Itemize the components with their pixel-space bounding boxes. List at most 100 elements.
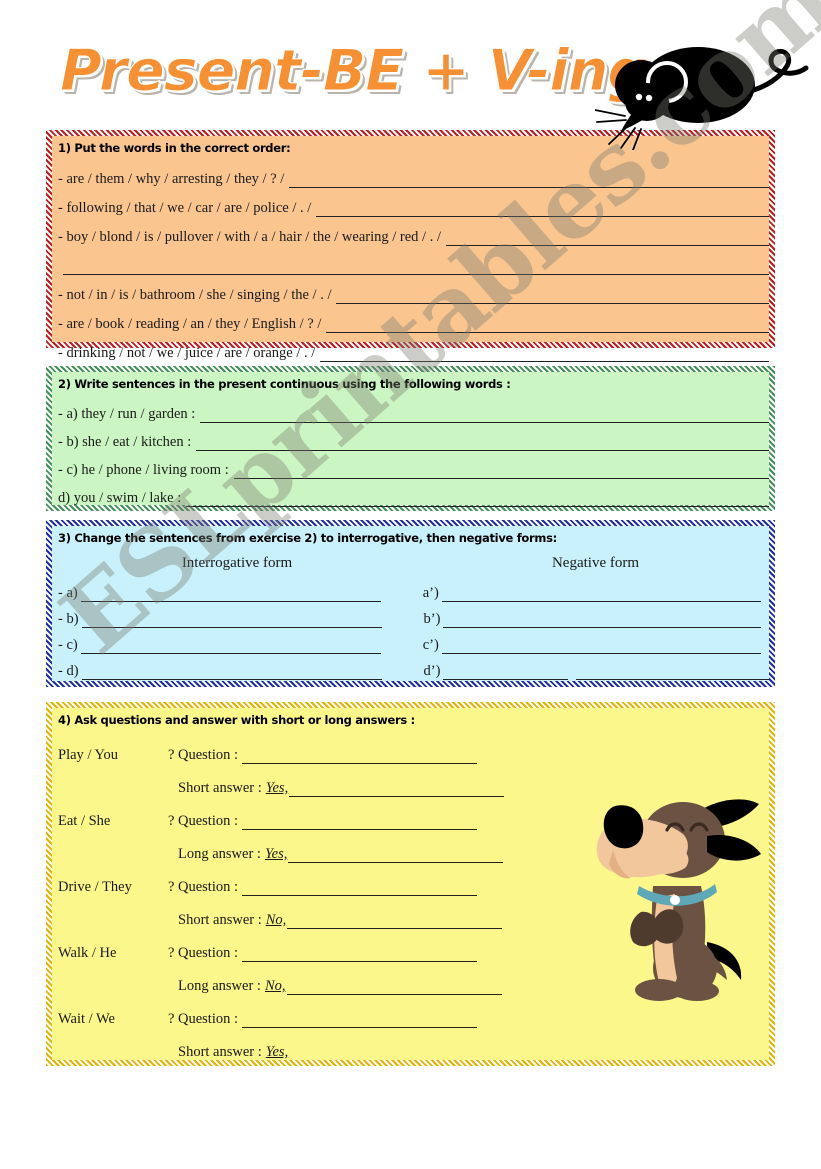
answer-line[interactable] [63, 258, 769, 275]
answer-line-negative[interactable] [441, 586, 761, 602]
question-label: Question : [178, 879, 239, 895]
answer-label: Short answer : [178, 780, 262, 796]
row-label-right: c’) [422, 637, 439, 653]
exercise-3-row: - d) d’) [58, 654, 769, 680]
exercise-1-item-label: - are / them / why / arresting / they / … [58, 171, 285, 187]
answer-line[interactable] [286, 979, 502, 995]
question-label: Question : [178, 945, 239, 961]
prompt-cue: Play / You [58, 747, 119, 763]
exercise-1-item-label: - following / that / we / car / are / po… [58, 200, 312, 216]
answer-line[interactable] [288, 847, 504, 863]
exercise-1-body: 1) Put the words in the correct order: -… [52, 136, 769, 362]
dog-icon [596, 799, 761, 1001]
exercise-2-item-label: - a) they / run / garden : [58, 406, 196, 422]
exercise-4-block: Play / You ? Question : Short answer : Y… [58, 731, 769, 797]
exercise-1-item-label: - not / in / is / bathroom / she / singi… [58, 287, 332, 303]
exercise-1-item: - boy / blond / is / pullover / with / a… [58, 217, 769, 246]
exercise-2-item-label: - b) she / eat / kitchen : [58, 434, 192, 450]
answer-line[interactable] [336, 287, 769, 304]
exercise-1-section: 1) Put the words in the correct order: -… [46, 130, 775, 362]
answer-line[interactable] [289, 171, 769, 188]
answer-line[interactable] [289, 781, 505, 797]
exercise-3-body: 3) Change the sentences from exercise 2)… [52, 526, 769, 681]
answer-line[interactable] [287, 913, 503, 929]
answer-prefill: Yes, [265, 780, 289, 796]
answer-line[interactable] [242, 814, 478, 830]
answer-line-negative[interactable] [443, 612, 761, 628]
answer-label: Long answer : [178, 978, 261, 994]
exercise-1-item-label: - are / book / reading / an / they / Eng… [58, 316, 322, 332]
answer-line[interactable] [316, 200, 769, 217]
exercise-2-heading: 2) Write sentences in the present contin… [58, 377, 511, 391]
answer-line[interactable] [326, 316, 769, 333]
answer-label: Long answer : [178, 846, 261, 862]
answer-line[interactable] [200, 406, 769, 423]
answer-label: Short answer : [178, 912, 262, 928]
question-mark: ? [168, 879, 175, 895]
row-label-left: - b) [58, 611, 79, 627]
answer-line-interrogative[interactable] [81, 612, 382, 628]
exercise-4-section: 4) Ask questions and answer with short o… [46, 702, 775, 1066]
prompt-cue: Eat / She [58, 813, 111, 829]
exercise-1-item-label: - drinking / not / we / juice / are / or… [58, 345, 316, 361]
exercise-4-body: 4) Ask questions and answer with short o… [52, 708, 769, 1060]
exercise-2-body: 2) Write sentences in the present contin… [52, 372, 769, 507]
answer-prefill: No, [265, 912, 287, 928]
row-label-left: - d) [58, 663, 79, 679]
row-label-right: d’) [423, 663, 441, 679]
answer-line-negative-extra[interactable] [576, 664, 769, 680]
exercise-2-item: - c) he / phone / living room : [58, 451, 769, 479]
exercise-3-heading: 3) Change the sentences from exercise 2)… [58, 531, 557, 545]
exercise-4-question-line: Play / You ? Question : [58, 731, 769, 764]
exercise-3-section: 3) Change the sentences from exercise 2)… [46, 520, 775, 687]
question-mark: ? [168, 747, 175, 763]
exercise-2-item-label: - c) he / phone / living room : [58, 462, 229, 478]
exercise-1-item-label: - boy / blond / is / pullover / with / a… [58, 229, 441, 245]
question-label: Question : [178, 747, 239, 763]
exercise-1-item: - drinking / not / we / juice / are / or… [58, 333, 769, 362]
answer-line-interrogative[interactable] [80, 586, 381, 602]
prompt-cue: Drive / They [58, 879, 132, 895]
answer-line-interrogative[interactable] [81, 664, 382, 680]
answer-line[interactable] [242, 946, 478, 962]
page-title: Present-BE + V-ing [59, 38, 648, 105]
question-label: Question : [178, 1011, 239, 1027]
answer-line-interrogative[interactable] [80, 638, 381, 654]
row-label-left: - c) [58, 637, 78, 653]
answer-line[interactable] [242, 1012, 478, 1028]
exercise-1-item-continuation [58, 246, 769, 275]
row-label-right: b’) [423, 611, 441, 627]
answer-line[interactable] [445, 229, 769, 246]
prompt-cue: Walk / He [58, 945, 117, 961]
answer-label: Short answer : [178, 1044, 262, 1060]
answer-line[interactable] [320, 345, 769, 362]
exercise-3-column-headers: Interrogative form Negative form [52, 555, 769, 572]
exercise-3-row: - c) c’) [58, 628, 769, 654]
answer-line[interactable] [289, 1045, 504, 1060]
exercise-1-item: - are / them / why / arresting / they / … [58, 159, 769, 188]
column-header-interrogative: Interrogative form [181, 555, 293, 571]
worksheet-header: Present-BE + V-ing [0, 28, 821, 150]
exercise-4-answer-line: Short answer : Yes, [58, 1028, 769, 1060]
exercise-2-section: 2) Write sentences in the present contin… [46, 366, 775, 511]
column-header-negative: Negative form [551, 555, 640, 571]
question-mark: ? [168, 813, 175, 829]
exercise-3-row: - b) b’) [58, 602, 769, 628]
answer-line[interactable] [186, 490, 769, 507]
question-mark: ? [168, 1011, 175, 1027]
question-label: Question : [178, 813, 239, 829]
answer-line-negative[interactable] [441, 638, 761, 654]
exercise-2-item-label: d) you / swim / lake : [58, 490, 182, 506]
answer-line-negative[interactable] [443, 664, 569, 680]
answer-line[interactable] [242, 880, 478, 896]
exercise-2-item: - b) she / eat / kitchen : [58, 423, 769, 451]
row-label-right: a’) [422, 585, 439, 601]
exercise-1-item: - not / in / is / bathroom / she / singi… [58, 275, 769, 304]
exercise-3-row: - a) a’) [58, 576, 769, 602]
exercise-4-heading: 4) Ask questions and answer with short o… [58, 713, 415, 727]
exercise-2-item: d) you / swim / lake : [58, 479, 769, 507]
answer-line[interactable] [196, 434, 769, 451]
answer-line[interactable] [242, 748, 478, 764]
answer-line[interactable] [233, 462, 769, 479]
answer-prefill: Yes, [264, 846, 288, 862]
